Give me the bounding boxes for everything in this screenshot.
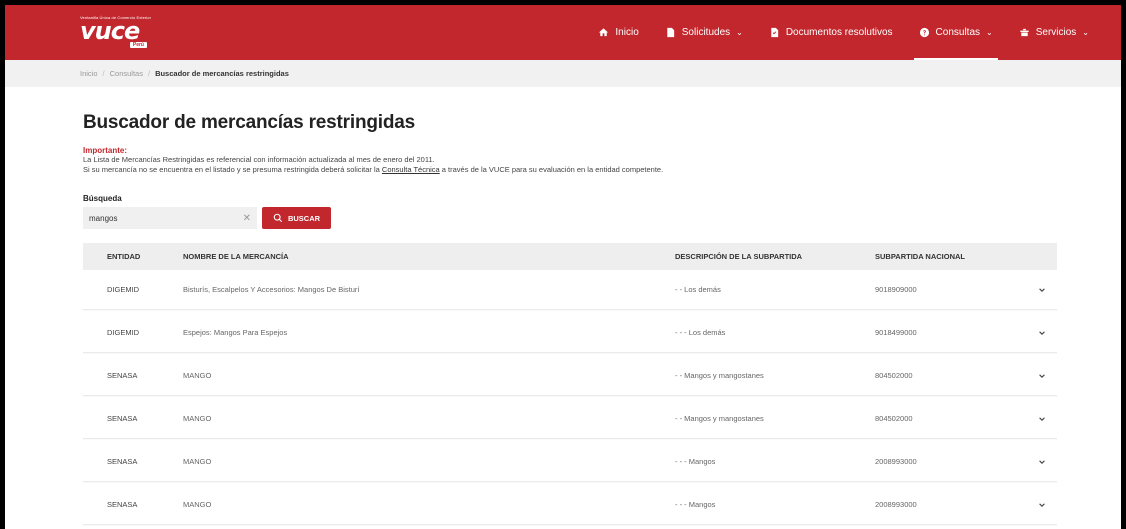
chevron-down-icon (1039, 502, 1045, 507)
table-row[interactable]: SENASA MANGO - - Mangos y mangostanes 80… (83, 356, 1057, 396)
breadcrumb-current: Buscador de mercancías restringidas (155, 69, 289, 78)
table-header: ENTIDAD NOMBRE DE LA MERCANCÍA DESCRIPCI… (83, 243, 1057, 270)
cell-entidad: SENASA (107, 371, 138, 380)
table-row[interactable]: SENASA MANGO - - Mangos y mangostanes 80… (83, 399, 1057, 439)
search-icon (273, 213, 283, 223)
cell-descripcion: - - Mangos y mangostanes (675, 371, 764, 380)
cell-nombre: Espejos: Mangos Para Espejos (183, 328, 288, 337)
table-row[interactable]: SENASA MANGO - - - Mangos 2008993000 (83, 442, 1057, 482)
table-row[interactable]: SENASA MANGO - - - Mangos 2008993000 (83, 485, 1057, 525)
nav-solicitudes[interactable]: Solicitudes ⌄ (652, 5, 756, 60)
file-check-icon (771, 27, 778, 38)
main-nav: Inicio Solicitudes ⌄ Documentos resoluti… (585, 5, 1121, 60)
cell-subpartida: 804502000 (875, 414, 913, 423)
nav-label: Solicitudes (681, 27, 731, 38)
chevron-down-icon: ⌄ (1082, 28, 1089, 37)
notice-text-before: Si su mercancía no se encuentra en el li… (83, 165, 382, 174)
nav-inicio[interactable]: Inicio (585, 5, 651, 60)
nav-label: Documentos resolutivos (785, 27, 893, 38)
nav-consultas[interactable]: Consultas ⌄ (906, 5, 1006, 60)
page-title: Buscador de mercancías restringidas (83, 112, 415, 133)
header-subpartida: SUBPARTIDA NACIONAL (875, 252, 965, 261)
consulta-tecnica-link[interactable]: Consulta Técnica (382, 165, 440, 174)
cell-subpartida: 2008993000 (875, 457, 917, 466)
notice-line-2: Si su mercancía no se encuentra en el li… (83, 165, 1121, 175)
search-input[interactable] (89, 213, 229, 223)
cell-nombre: MANGO (183, 371, 212, 380)
chevron-down-icon: ⌄ (736, 28, 743, 37)
cell-entidad: DIGEMID (107, 328, 140, 337)
browser-frame: Ventanilla Única de Comercio Exterior vu… (5, 5, 1121, 529)
breadcrumb-consultas[interactable]: Consultas (110, 69, 143, 78)
cell-subpartida: 804502000 (875, 371, 913, 380)
logo-word: vuce (80, 17, 140, 45)
search-button-label: BUSCAR (287, 213, 321, 223)
cell-subpartida: 2008993000 (875, 500, 917, 509)
cell-descripcion: - - - Mangos (675, 457, 716, 466)
breadcrumb-separator: / (102, 69, 105, 78)
row-expand[interactable] (1027, 415, 1057, 423)
results-table: ENTIDAD NOMBRE DE LA MERCANCÍA DESCRIPCI… (83, 243, 1057, 525)
notice-line-1: La Lista de Mercancías Restringidas es r… (83, 155, 435, 164)
chevron-down-icon (1039, 373, 1045, 378)
search-row: ✕ BUSCAR (83, 207, 1121, 229)
chevron-down-icon (1039, 459, 1045, 464)
nav-documentos-resolutivos[interactable]: Documentos resolutivos (756, 5, 906, 60)
cell-entidad: DIGEMID (107, 285, 140, 294)
row-expand[interactable] (1027, 329, 1057, 337)
cell-entidad: SENASA (107, 457, 138, 466)
cell-descripcion: - - Mangos y mangostanes (675, 414, 764, 423)
chevron-down-icon (1039, 330, 1045, 335)
notice-text-after: a través de la VUCE para su evaluación e… (439, 165, 664, 174)
document-icon (667, 27, 674, 38)
row-expand[interactable] (1027, 372, 1057, 380)
cell-descripcion: - - - Los demás (675, 328, 726, 337)
row-expand[interactable] (1027, 458, 1057, 466)
chevron-down-icon: ⌄ (986, 28, 993, 37)
cell-entidad: SENASA (107, 500, 138, 509)
nav-label: Servicios (1035, 27, 1077, 38)
cell-entidad: SENASA (107, 414, 138, 423)
cell-descripcion: - - - Mangos (675, 500, 716, 509)
search-field: ✕ (83, 207, 257, 229)
home-icon (599, 28, 609, 37)
cell-subpartida: 9018909000 (875, 285, 917, 294)
breadcrumb-separator: / (147, 69, 151, 78)
table-row[interactable]: DIGEMID Bisturís, Escalpelos Y Accesorio… (83, 270, 1057, 310)
cell-nombre: Bisturís, Escalpelos Y Accesorios: Mango… (183, 285, 360, 294)
cell-descripcion: - - Los demás (675, 285, 721, 294)
cell-nombre: MANGO (183, 414, 212, 423)
chevron-down-icon (1039, 416, 1045, 421)
nav-label: Consultas (935, 27, 981, 38)
important-label: Importante: (83, 146, 127, 155)
nav-servicios[interactable]: Servicios ⌄ (1006, 5, 1121, 60)
search-button[interactable]: BUSCAR (262, 207, 331, 229)
nav-label: Inicio (615, 27, 639, 38)
vuce-logo[interactable]: Ventanilla Única de Comercio Exterior vu… (80, 15, 151, 49)
main-content: Buscador de mercancías restringidas Impo… (5, 112, 1121, 525)
row-expand[interactable] (1027, 286, 1057, 294)
cell-subpartida: 9018499000 (875, 328, 917, 337)
clear-icon[interactable]: ✕ (243, 213, 251, 224)
header-entidad: ENTIDAD (107, 252, 141, 261)
header-nombre: NOMBRE DE LA MERCANCÍA (183, 252, 289, 261)
search-label: Búsqueda (83, 194, 122, 203)
help-circle-icon (919, 27, 929, 38)
cell-nombre: MANGO (183, 500, 212, 509)
top-header: Ventanilla Única de Comercio Exterior vu… (5, 5, 1121, 60)
header-descripcion: DESCRIPCIÓN DE LA SUBPARTIDA (675, 252, 803, 261)
table-row[interactable]: DIGEMID Espejos: Mangos Para Espejos - -… (83, 313, 1057, 353)
cell-nombre: MANGO (183, 457, 212, 466)
services-icon (1020, 28, 1029, 37)
important-notice: La Lista de Mercancías Restringidas es r… (83, 155, 1121, 175)
row-expand[interactable] (1027, 501, 1057, 509)
breadcrumb-inicio[interactable]: Inicio (80, 69, 98, 78)
chevron-down-icon (1039, 287, 1045, 292)
logo-country: Perú (129, 42, 147, 48)
breadcrumb: Inicio / Consultas / Buscador de mercanc… (5, 60, 1121, 87)
